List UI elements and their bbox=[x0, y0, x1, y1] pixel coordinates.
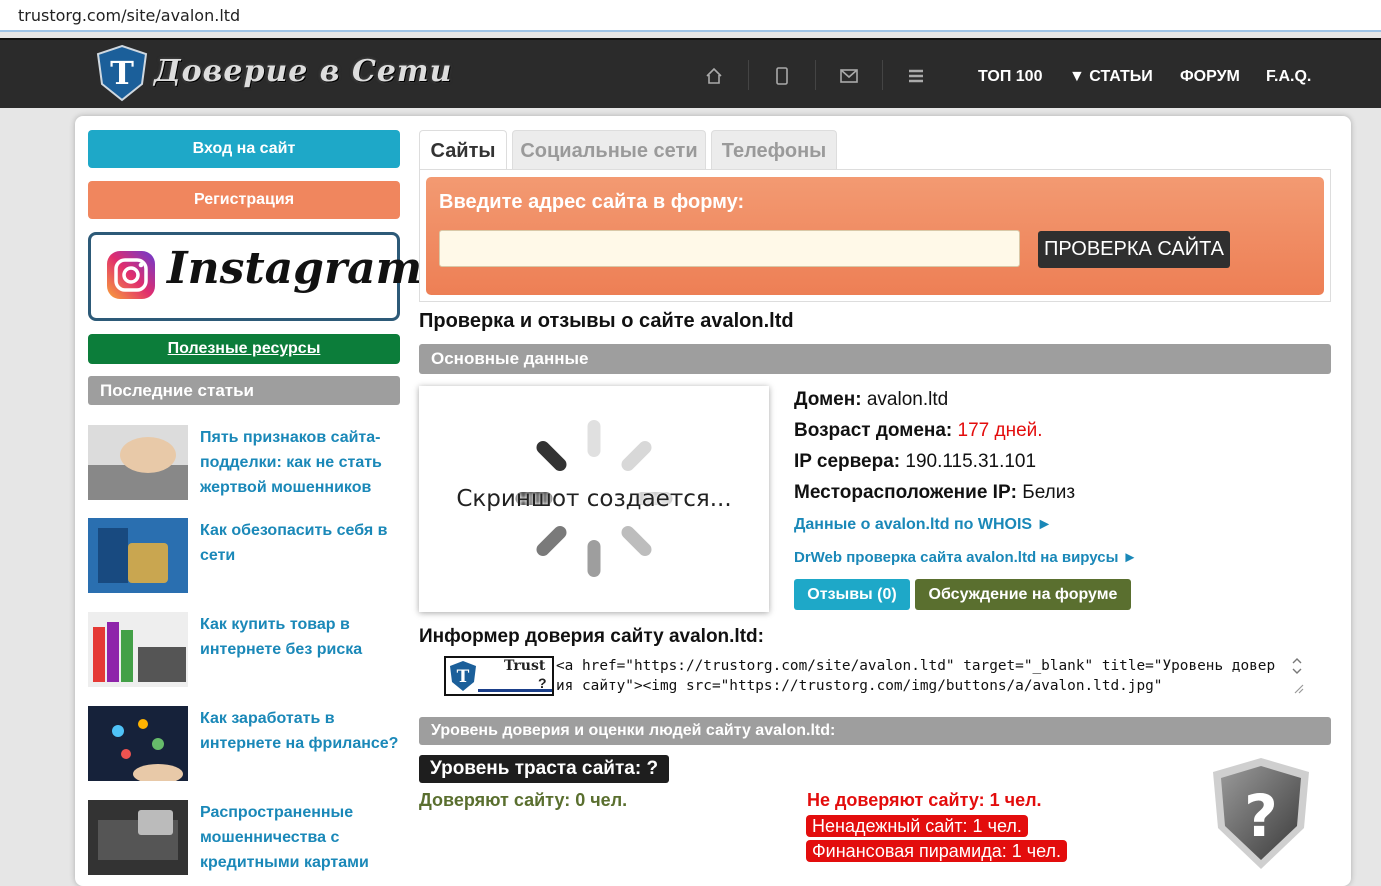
article-item[interactable]: Распространенные мошенничества с кредитн… bbox=[88, 800, 400, 880]
login-button[interactable]: Вход на сайт bbox=[88, 130, 400, 168]
location-label: Месторасположение IP: bbox=[794, 482, 1017, 503]
check-site-button[interactable]: ПРОВЕРКА САЙТА bbox=[1038, 231, 1230, 268]
useful-resources-link[interactable]: Полезные ресурсы bbox=[88, 334, 400, 364]
article-title[interactable]: Пять признаков сайта-подделки: как не ст… bbox=[200, 425, 400, 500]
site-url-input[interactable] bbox=[439, 230, 1020, 267]
informer-code-textarea[interactable]: <a href="https://trustorg.com/site/avalo… bbox=[556, 656, 1306, 696]
domain-row: Домен: avalon.ltd bbox=[794, 389, 948, 411]
site-check-form: Введите адрес сайта в форму: ПРОВЕРКА СА… bbox=[426, 177, 1324, 295]
age-label: Возраст домена: bbox=[794, 420, 953, 441]
badge-bar bbox=[478, 689, 552, 692]
location-value: Белиз bbox=[1022, 482, 1076, 503]
trust-shield-icon: ? bbox=[1213, 758, 1309, 869]
trust-informer-badge[interactable]: T Trust ? bbox=[444, 656, 554, 696]
article-thumbnail bbox=[88, 800, 188, 875]
basic-data-header: Основные данные bbox=[419, 344, 1331, 374]
article-thumbnail bbox=[88, 425, 188, 500]
nav-separator bbox=[748, 60, 749, 90]
shield-badge-icon: T bbox=[450, 661, 476, 691]
instagram-banner[interactable]: Instagram bbox=[88, 232, 422, 321]
site-logo-text[interactable]: Доверие в Сети bbox=[154, 54, 452, 89]
nav-forum[interactable]: ФОРУМ bbox=[1180, 68, 1240, 86]
article-title[interactable]: Как заработать в интернете на фрилансе? bbox=[200, 706, 400, 756]
ip-row: IP сервера: 190.115.31.101 bbox=[794, 451, 1036, 473]
ip-label: IP сервера: bbox=[794, 451, 901, 472]
page-title: Проверка и отзывы о сайте avalon.ltd bbox=[419, 310, 794, 332]
article-title[interactable]: Как обезопасить себя в сети bbox=[200, 518, 400, 568]
home-icon[interactable] bbox=[705, 67, 723, 85]
recent-articles-header: Последние статьи bbox=[88, 376, 400, 405]
svg-text:T: T bbox=[457, 667, 470, 687]
address-bar[interactable]: trustorg.com/site/avalon.ltd bbox=[0, 0, 1381, 32]
article-item[interactable]: Пять признаков сайта-подделки: как не ст… bbox=[88, 425, 400, 505]
drweb-link[interactable]: DrWeb проверка сайта avalon.ltd на вирус… bbox=[794, 549, 1137, 566]
svg-text:T: T bbox=[110, 54, 134, 92]
article-title[interactable]: Как купить товар в интернете без риска bbox=[200, 612, 400, 662]
article-item[interactable]: Как купить товар в интернете без риска bbox=[88, 612, 400, 692]
domain-label: Домен: bbox=[794, 389, 862, 410]
textarea-scroll-icon[interactable] bbox=[1289, 657, 1305, 695]
list-icon[interactable] bbox=[907, 67, 925, 85]
mobile-icon[interactable] bbox=[773, 67, 791, 85]
article-thumbnail bbox=[88, 612, 188, 687]
trust-level-badge: Уровень траста сайта: ? bbox=[419, 755, 670, 783]
mail-icon[interactable] bbox=[840, 67, 858, 85]
nav-articles[interactable]: ▼ СТАТЬИ bbox=[1069, 68, 1153, 86]
informer-title: Информер доверия сайту avalon.ltd: bbox=[419, 626, 764, 647]
nav-separator bbox=[882, 60, 883, 90]
tab-phones[interactable]: Телефоны bbox=[711, 130, 837, 170]
badge-trust-text: Trust bbox=[504, 658, 546, 674]
screenshot-status: Скриншот создается... bbox=[456, 486, 732, 512]
tab-sites[interactable]: Сайты bbox=[419, 130, 507, 170]
location-row: Месторасположение IP: Белиз bbox=[794, 482, 1075, 504]
forum-discussion-button[interactable]: Обсуждение на форуме bbox=[915, 579, 1131, 610]
age-value: 177 дней. bbox=[957, 420, 1043, 441]
instagram-label: Instagram bbox=[167, 243, 423, 294]
trust-level-header: Уровень доверия и оценки людей сайту ava… bbox=[419, 717, 1331, 745]
tab-social[interactable]: Социальные сети bbox=[512, 130, 706, 170]
trust-no-count: Не доверяют сайту: 1 чел. bbox=[807, 790, 1042, 810]
nav-separator bbox=[815, 60, 816, 90]
nav-top100[interactable]: ТОП 100 bbox=[978, 68, 1042, 86]
trust-yes-count: Доверяют сайту: 0 чел. bbox=[419, 790, 628, 810]
nav-faq[interactable]: F.A.Q. bbox=[1266, 68, 1311, 86]
url-text: trustorg.com/site/avalon.ltd bbox=[18, 6, 241, 25]
form-label: Введите адрес сайта в форму: bbox=[439, 191, 745, 213]
register-button[interactable]: Регистрация bbox=[88, 181, 400, 219]
instagram-icon bbox=[107, 251, 155, 299]
shield-question-mark: ? bbox=[1244, 782, 1278, 850]
domain-value: avalon.ltd bbox=[866, 389, 949, 410]
article-item[interactable]: Как заработать в интернете на фрилансе? bbox=[88, 706, 400, 786]
ip-value: 190.115.31.101 bbox=[905, 451, 1037, 472]
article-thumbnail bbox=[88, 706, 188, 781]
article-thumbnail bbox=[88, 518, 188, 593]
site-header: T Доверие в Сети ТОП 100 ▼ СТАТЬИ ФОРУМ … bbox=[0, 38, 1381, 108]
whois-link[interactable]: Данные о avalon.ltd по WHOIS ► bbox=[794, 516, 1052, 534]
shield-logo-icon[interactable]: T bbox=[96, 44, 148, 102]
unreliable-site-count: Ненадежный сайт: 1 чел. bbox=[806, 815, 1028, 837]
domain-age-row: Возраст домена: 177 дней. bbox=[794, 420, 1043, 442]
reviews-button[interactable]: Отзывы (0) bbox=[794, 579, 910, 610]
article-item[interactable]: Как обезопасить себя в сети bbox=[88, 518, 400, 598]
site-screenshot: Скриншот создается... bbox=[419, 386, 769, 612]
article-title[interactable]: Распространенные мошенничества с кредитн… bbox=[200, 800, 400, 875]
pyramid-count: Финансовая пирамида: 1 чел. bbox=[806, 840, 1068, 862]
